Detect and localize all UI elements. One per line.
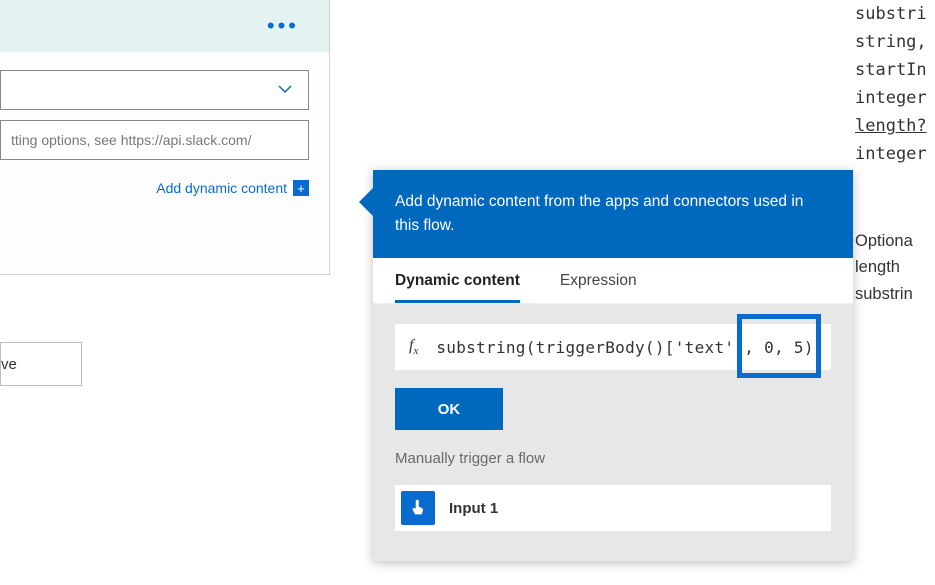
- docs-description: Optiona length substrin: [855, 228, 935, 307]
- tab-expression[interactable]: Expression: [560, 272, 637, 303]
- dynamic-item-input-1[interactable]: Input 1: [395, 485, 831, 531]
- docs-line: string,: [855, 28, 935, 56]
- expression-input[interactable]: fx substring(triggerBody()['text'], 0, 5…: [395, 324, 831, 370]
- docs-line: length?: [855, 112, 935, 140]
- chevron-down-icon: [276, 80, 294, 101]
- flyout-header: Add dynamic content from the apps and co…: [373, 170, 853, 258]
- flyout-tabs: Dynamic content Expression: [373, 258, 853, 304]
- docs-desc-line: Optiona: [855, 228, 935, 254]
- select-field[interactable]: [0, 70, 309, 110]
- message-text-input[interactable]: [0, 120, 309, 160]
- plus-icon[interactable]: +: [293, 180, 309, 196]
- expression-text: substring(triggerBody()['text'], 0, 5): [436, 338, 817, 357]
- dynamic-item-label: Input 1: [449, 500, 498, 517]
- ok-button[interactable]: OK: [395, 388, 503, 430]
- touch-icon: [401, 491, 435, 525]
- save-button-label: ve: [1, 356, 17, 373]
- tab-dynamic-content[interactable]: Dynamic content: [395, 272, 520, 303]
- flyout-pointer: [359, 188, 373, 216]
- save-button[interactable]: ve: [0, 342, 82, 386]
- docs-line: integer: [855, 84, 935, 112]
- trigger-section-label: Manually trigger a flow: [395, 450, 831, 467]
- more-icon[interactable]: •••: [267, 21, 299, 31]
- docs-desc-line: length: [855, 254, 935, 280]
- card-header: •••: [0, 0, 329, 52]
- docs-line: startIn: [855, 56, 935, 84]
- card-body: [0, 52, 329, 170]
- docs-desc-line: substrin: [855, 281, 935, 307]
- flyout-content: fx substring(triggerBody()['text'], 0, 5…: [373, 304, 853, 561]
- action-card: ••• Add dynamic content +: [0, 0, 330, 275]
- add-dynamic-row: Add dynamic content +: [0, 170, 329, 196]
- docs-signature: substri string, startIn integer length? …: [855, 0, 935, 168]
- dynamic-content-flyout: Add dynamic content from the apps and co…: [373, 170, 853, 561]
- add-dynamic-content-link[interactable]: Add dynamic content: [156, 180, 287, 196]
- docs-line: integer: [855, 140, 935, 168]
- fx-icon: fx: [409, 337, 418, 357]
- docs-line: substri: [855, 0, 935, 28]
